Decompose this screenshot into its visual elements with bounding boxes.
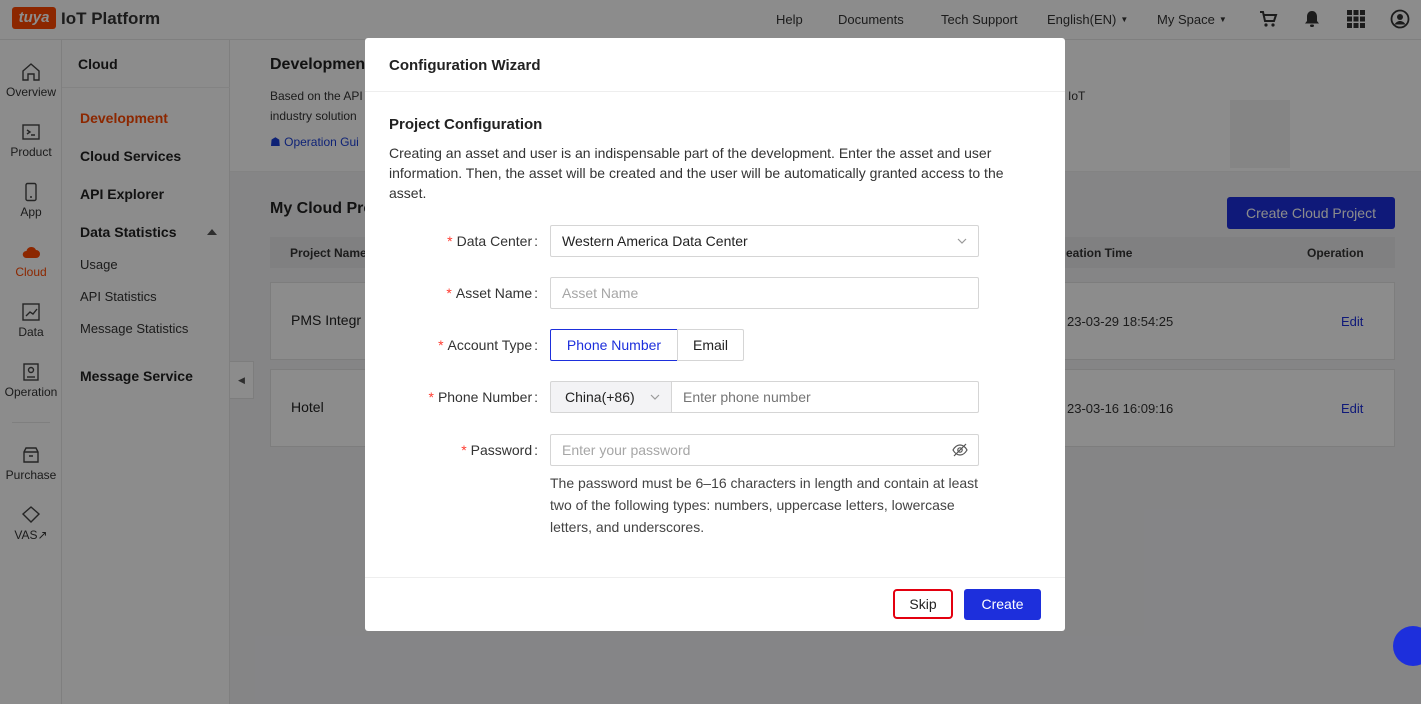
asset-name-label: * Asset Name: (446, 285, 538, 301)
required-mark: * (446, 285, 452, 301)
label-colon: : (534, 337, 538, 353)
section-description: Creating an asset and user is an indispe… (389, 145, 1004, 201)
label-colon: : (534, 442, 538, 458)
dialog-header: Configuration Wizard (365, 38, 1065, 92)
section-title: Project Configuration (389, 116, 543, 133)
phone-number-label: * Phone Number: (428, 389, 538, 405)
password-field (550, 434, 979, 466)
country-code-value: China(+86) (565, 389, 635, 405)
dialog-title: Configuration Wizard (389, 57, 541, 74)
eye-off-icon[interactable] (952, 443, 968, 457)
required-mark: * (461, 442, 467, 458)
data-center-select[interactable]: Western America Data Center (550, 225, 979, 257)
label-text: Phone Number (437, 389, 533, 405)
data-center-label: * Data Center: (447, 233, 538, 249)
password-hint: The password must be 6–16 characters in … (550, 475, 979, 535)
label-colon: : (534, 389, 538, 405)
required-mark: * (447, 233, 453, 249)
configuration-wizard-dialog: Configuration Wizard Project Configurati… (365, 38, 1065, 631)
chevron-down-icon (957, 238, 967, 244)
required-mark: * (438, 337, 444, 353)
dialog-footer: Skip Create (365, 577, 1065, 631)
account-type-label: * Account Type: (438, 337, 538, 353)
password-input[interactable] (551, 435, 978, 465)
data-center-value: Western America Data Center (562, 233, 748, 249)
label-text: Password (470, 442, 533, 458)
country-code-select[interactable]: China(+86) (550, 381, 671, 413)
phone-number-input[interactable] (672, 382, 978, 412)
label-colon: : (534, 233, 538, 249)
required-mark: * (428, 389, 434, 405)
label-text: Asset Name (455, 285, 533, 301)
label-colon: : (534, 285, 538, 301)
skip-button[interactable]: Skip (893, 589, 953, 619)
asset-name-input[interactable] (551, 278, 978, 308)
chevron-down-icon (650, 394, 660, 400)
password-label: * Password: (461, 442, 538, 458)
phone-number-field (671, 381, 979, 413)
account-type-email-option[interactable]: Email (677, 329, 744, 361)
account-type-phone-option[interactable]: Phone Number (550, 329, 678, 361)
label-text: Account Type (447, 337, 533, 353)
asset-name-field (550, 277, 979, 309)
create-button[interactable]: Create (964, 589, 1041, 620)
label-text: Data Center (456, 233, 533, 249)
